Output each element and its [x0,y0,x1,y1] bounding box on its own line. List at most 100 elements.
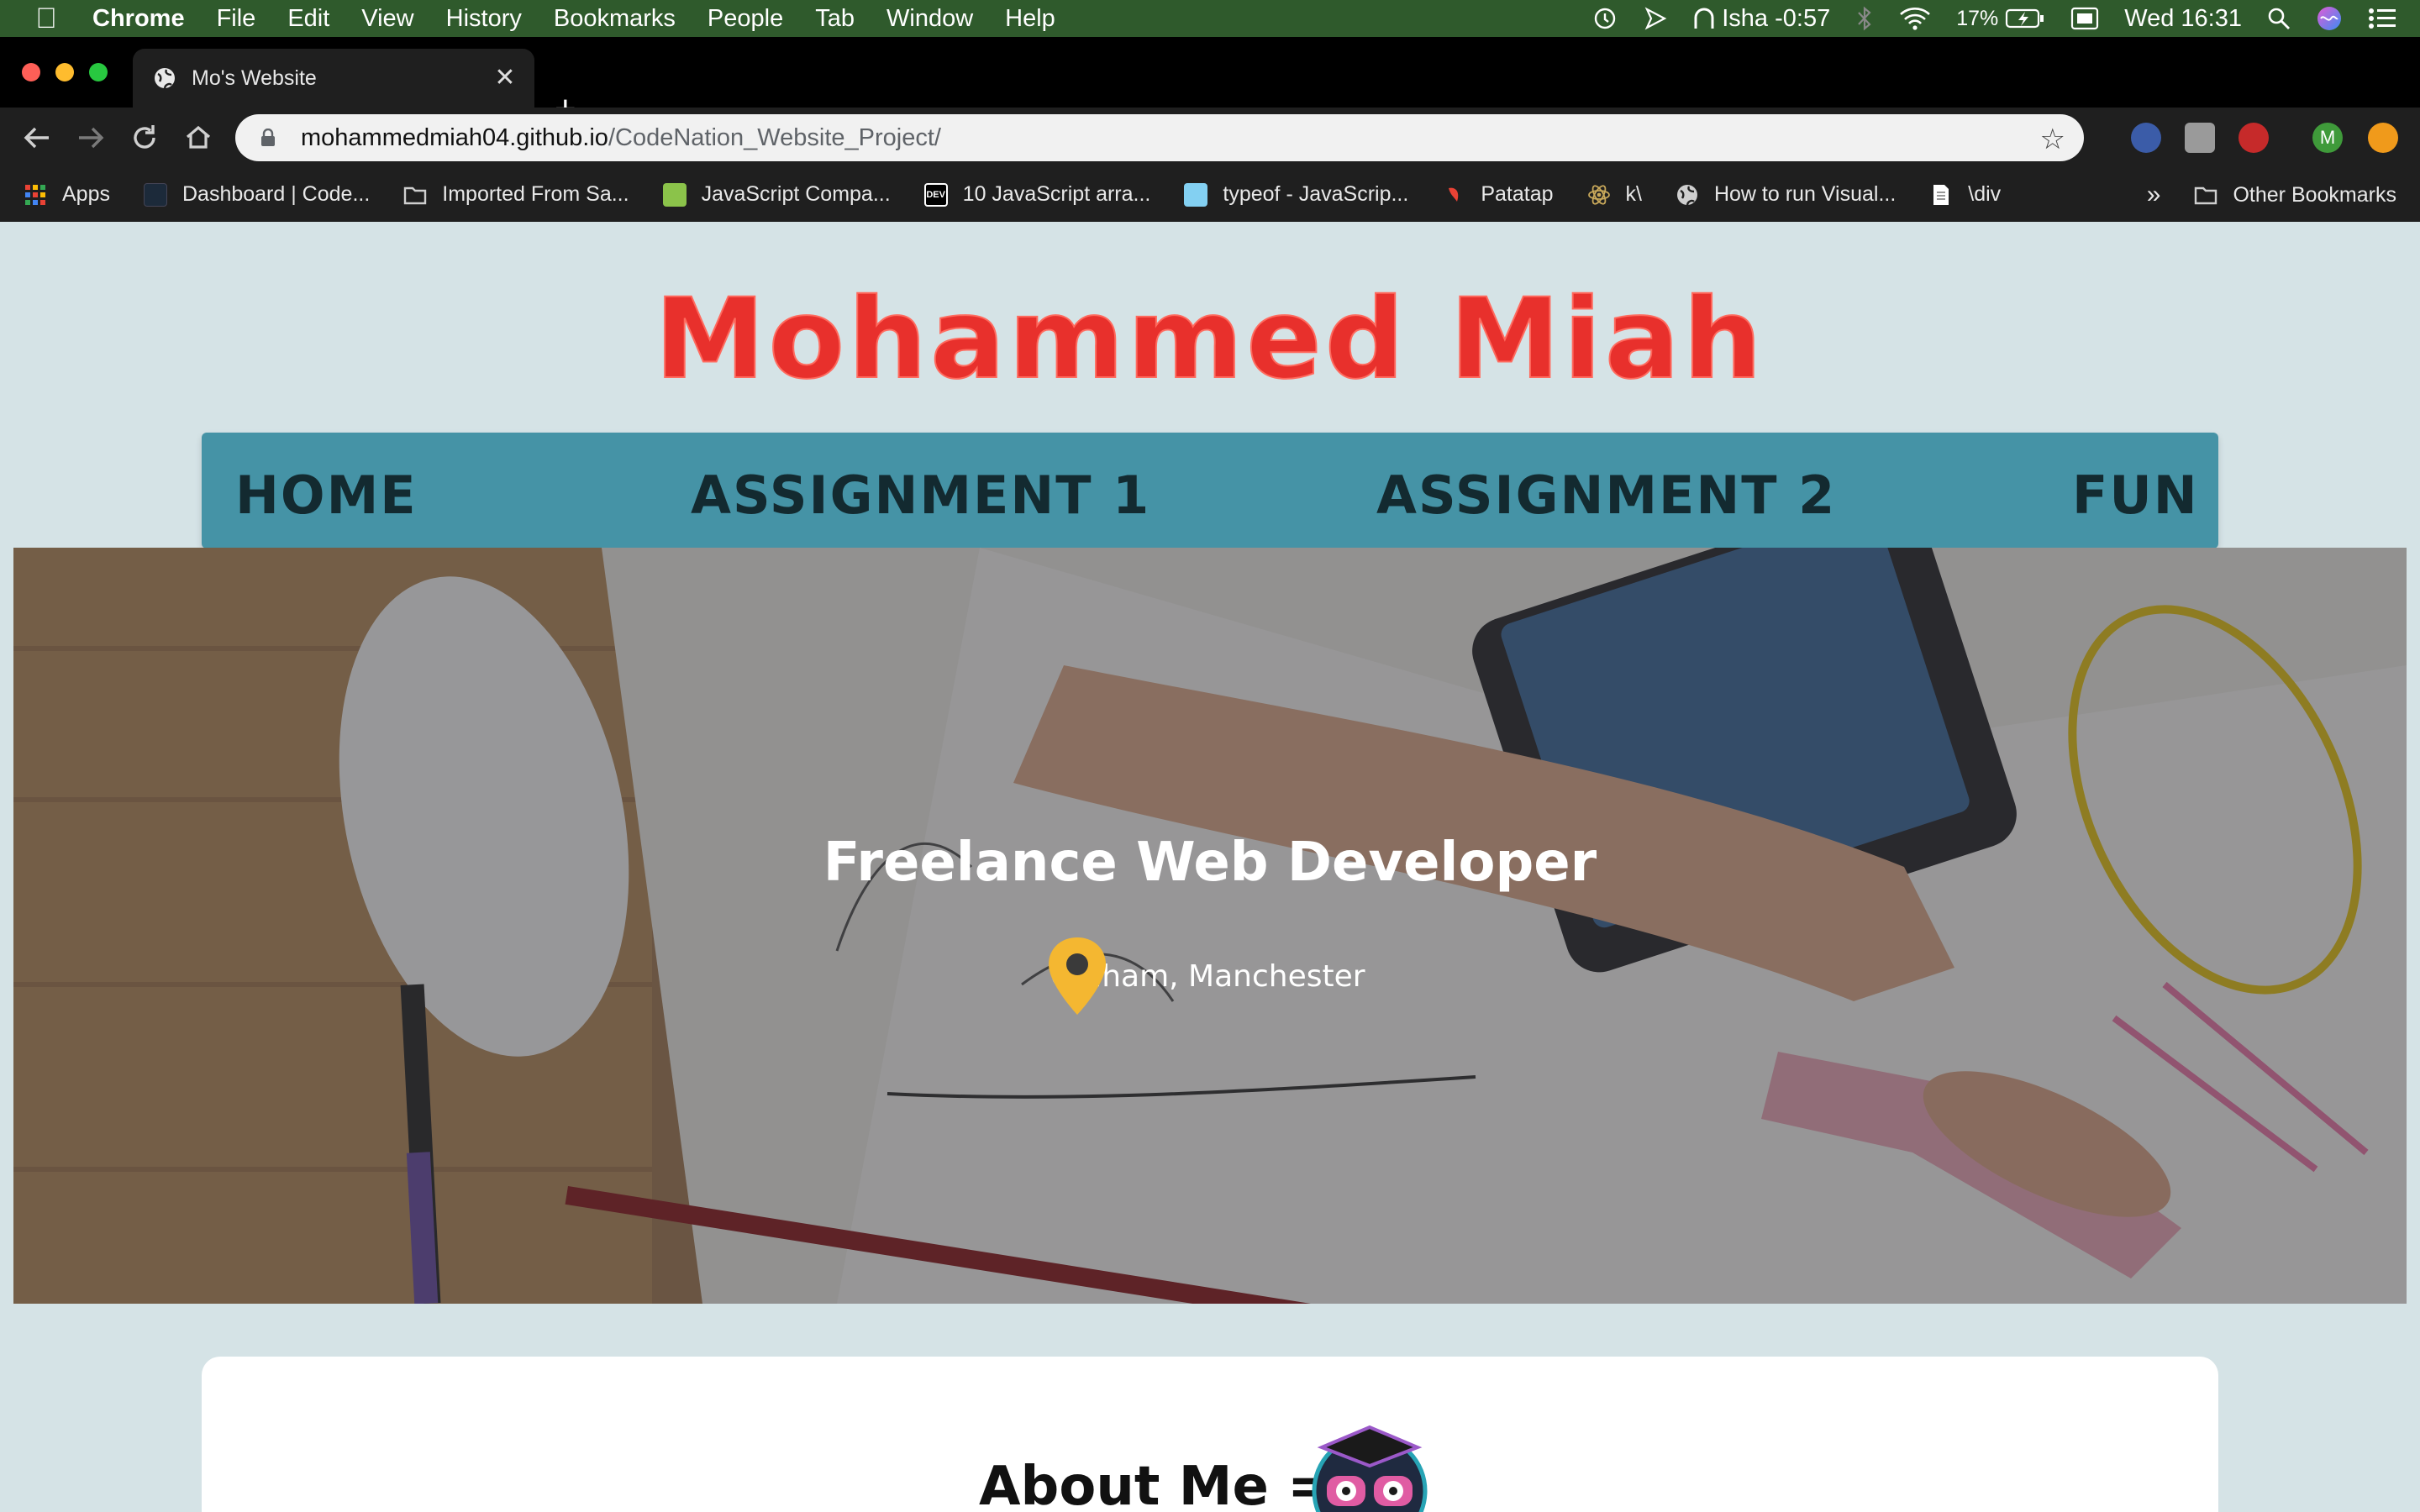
hero-title: Freelance Web Developer [823,832,1597,894]
tab-title: Mo's Website [192,66,317,90]
tab-strip: Mo's Website ✕ + [0,37,2420,128]
spotlight-search-icon[interactable] [2267,7,2291,30]
codenation-icon [143,182,167,207]
apple-menu-icon[interactable]:  [0,3,92,35]
menu-app-name[interactable]: Chrome [92,5,185,33]
bookmark-typeof[interactable]: typeof - JavaScrip... [1184,182,1408,207]
update-arrow-icon[interactable] [2368,123,2398,153]
home-icon[interactable] [178,118,218,158]
window-zoom-button[interactable] [89,63,108,81]
dev-icon: DEV [923,182,948,207]
menu-window[interactable]: Window [886,5,973,33]
bookmark-label: \div [1968,182,2002,206]
location-arrow-icon[interactable] [1643,6,1668,31]
bookmark-star-icon[interactable]: ☆ [2040,123,2065,156]
bookmark-label: Apps [62,182,110,206]
folder-icon [2195,186,2217,205]
bookmark-label: k\ [1625,182,1642,206]
bookmark-div[interactable]: \div [1929,182,2001,207]
about-title: About Me = [979,1456,1333,1512]
clock[interactable]: Wed 16:31 [2124,5,2242,33]
address-bar[interactable]: mohammedmiah04.github.io/CodeNation_Webs… [235,114,2084,161]
map-pin-icon [1049,937,1106,1015]
bookmark-js-arrays[interactable]: DEV 10 JavaScript arra... [923,182,1151,207]
bookmark-label: JavaScript Compa... [701,182,891,206]
avatar-cartoon-icon [1312,1425,1428,1512]
menu-bookmarks[interactable]: Bookmarks [554,5,676,33]
bookmark-patatap[interactable]: Patatap [1442,182,1554,207]
site-navbar: HOME ASSIGNMENT 1 ASSIGNMENT 2 FUN [202,433,2218,549]
bookmark-apps[interactable]: Apps [24,182,110,207]
menu-edit[interactable]: Edit [287,5,329,33]
bookmark-dashboard[interactable]: Dashboard | Code... [143,182,371,207]
menu-file[interactable]: File [217,5,256,33]
macos-menu-bar:  Chrome File Edit View History Bookmark… [0,0,2420,37]
menu-bar-status-area: Isha -0:57 17% Wed 16:31 [1592,0,2396,37]
bluetooth-icon[interactable] [1855,5,1874,32]
web-page: Mohammed Miah HOME ASSIGNMENT 1 ASSIGNME… [0,223,2420,1512]
nav-assignment-1-link[interactable]: ASSIGNMENT 1 [691,465,1150,526]
profile-avatar[interactable]: M [2312,123,2343,153]
user-status[interactable]: Isha -0:57 [1693,5,1830,33]
headphones-icon [1694,8,1714,29]
folder-icon [404,186,427,204]
battery-status[interactable]: 17% [1956,7,2045,31]
bookmarks-bar: Apps Dashboard | Code... Imported From S… [0,168,2420,222]
bookmark-label: How to run Visual... [1713,182,1897,206]
bookmark-label: Imported From Sa... [442,182,629,206]
browser-toolbar: mohammedmiah04.github.io/CodeNation_Webs… [0,108,2420,168]
bookmark-js-compare[interactable]: JavaScript Compa... [662,182,891,207]
site-title: Mohammed Miah [654,274,1765,405]
bookmark-run-visual[interactable]: How to run Visual... [1676,182,1896,207]
menu-people[interactable]: People [708,5,783,33]
bookmark-label: Other Bookmarks [2233,182,2396,207]
extension-camera-icon[interactable] [2185,123,2215,153]
forward-arrow-icon[interactable] [71,118,111,158]
patatap-icon [1449,187,1459,202]
window-close-button[interactable] [22,63,40,81]
url-path: /CodeNation_Website_Project/ [608,123,941,151]
hero-banner: Freelance Web Developer Oldham, Manchest… [13,548,2407,1304]
menu-view[interactable]: View [361,5,413,33]
globe-icon [1676,184,1697,205]
bookmark-other-bookmarks[interactable]: Other Bookmarks [2194,183,2396,207]
apps-grid-icon [25,184,45,205]
tab-close-icon[interactable]: ✕ [489,62,521,94]
input-source-icon[interactable] [2070,7,2099,30]
siri-icon[interactable] [2316,5,2343,32]
location: Oldham, Manchester [1044,934,1365,1015]
bookmark-label: typeof - JavaScrip... [1223,182,1409,206]
lock-icon[interactable] [260,129,276,147]
nav-assignment-2-link[interactable]: ASSIGNMENT 2 [1376,465,1836,526]
reload-icon[interactable] [124,118,165,158]
back-arrow-icon[interactable] [17,118,57,158]
hero-dark-overlay [13,548,2407,1304]
wifi-icon[interactable] [1899,6,1931,31]
bookmark-label: Dashboard | Code... [182,182,371,206]
menu-tab[interactable]: Tab [815,5,855,33]
extension-red-icon[interactable] [2238,123,2269,153]
user-status-text: Isha -0:57 [1722,4,1831,32]
bookmarks-bar-right: » Other Bookmarks [2147,168,2396,222]
about-card: About Me = [202,1357,2218,1512]
nav-fun-link[interactable]: FUN [2072,465,2199,526]
window-minimize-button[interactable] [55,63,74,81]
bookmark-label: 10 JavaScript arra... [962,182,1151,206]
bookmark-imported-folder[interactable]: Imported From Sa... [403,182,629,207]
menu-history[interactable]: History [446,5,522,33]
react-icon [1587,184,1610,205]
nav-home-link[interactable]: HOME [235,465,418,526]
bookmark-label: Patatap [1481,182,1554,206]
globe-icon [155,68,175,89]
w3-icon [662,182,687,207]
time-machine-icon[interactable] [1592,6,1618,31]
doc-icon [1933,184,1949,205]
extension-glasses-icon[interactable] [2131,123,2161,153]
notification-center-icon[interactable] [2368,8,2396,29]
battery-percent: 17% [1956,6,1999,30]
tab-mos-website[interactable]: Mo's Website ✕ [133,49,534,108]
menu-help[interactable]: Help [1005,5,1055,33]
battery-icon [2006,8,2044,29]
bookmarks-overflow-chevron-icon[interactable]: » [2147,181,2161,209]
bookmark-k[interactable]: k\ [1587,182,1642,207]
